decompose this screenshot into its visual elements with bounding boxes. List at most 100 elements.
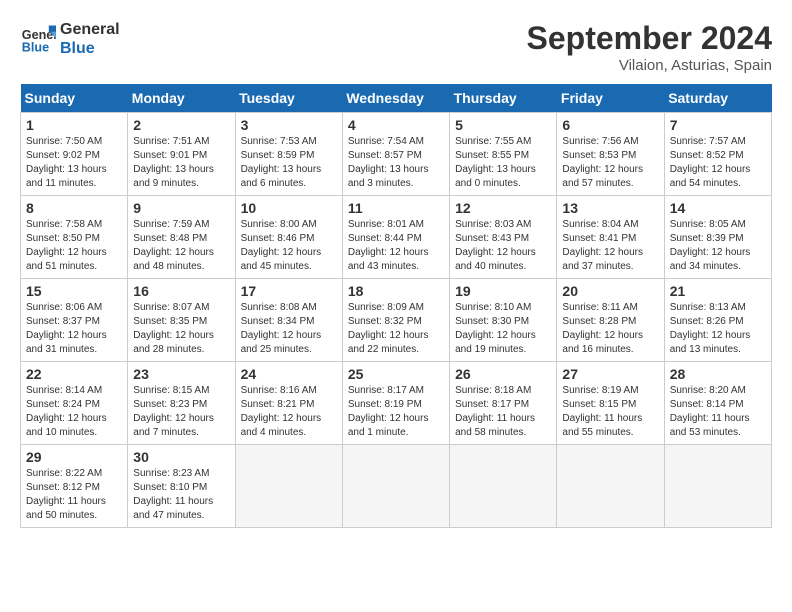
calendar-cell: 12 Sunrise: 8:03 AMSunset: 8:43 PMDaylig… — [450, 196, 557, 279]
day-info: Sunrise: 7:57 AMSunset: 8:52 PMDaylight:… — [670, 135, 766, 191]
calendar-week-5: 29 Sunrise: 8:22 AMSunset: 8:12 PMDaylig… — [21, 445, 772, 528]
logo-blue-text: Blue — [60, 39, 120, 58]
calendar-week-4: 22 Sunrise: 8:14 AMSunset: 8:24 PMDaylig… — [21, 362, 772, 445]
calendar-cell — [235, 445, 342, 528]
day-info: Sunrise: 7:50 AMSunset: 9:02 PMDaylight:… — [26, 135, 122, 191]
day-number: 20 — [562, 283, 658, 299]
day-number: 23 — [133, 366, 229, 382]
logo-general-text: General — [60, 20, 120, 39]
calendar-cell: 23 Sunrise: 8:15 AMSunset: 8:23 PMDaylig… — [128, 362, 235, 445]
calendar-cell: 26 Sunrise: 8:18 AMSunset: 8:17 PMDaylig… — [450, 362, 557, 445]
day-info: Sunrise: 8:15 AMSunset: 8:23 PMDaylight:… — [133, 384, 229, 440]
day-info: Sunrise: 8:19 AMSunset: 8:15 PMDaylight:… — [562, 384, 658, 440]
col-thursday: Thursday — [450, 84, 557, 113]
col-monday: Monday — [128, 84, 235, 113]
page-header: General Blue General Blue September 2024… — [20, 20, 772, 74]
day-number: 19 — [455, 283, 551, 299]
calendar-cell: 6 Sunrise: 7:56 AMSunset: 8:53 PMDayligh… — [557, 113, 664, 196]
day-info: Sunrise: 7:53 AMSunset: 8:59 PMDaylight:… — [241, 135, 337, 191]
col-friday: Friday — [557, 84, 664, 113]
day-info: Sunrise: 8:04 AMSunset: 8:41 PMDaylight:… — [562, 218, 658, 274]
day-number: 3 — [241, 117, 337, 133]
calendar-week-2: 8 Sunrise: 7:58 AMSunset: 8:50 PMDayligh… — [21, 196, 772, 279]
day-number: 13 — [562, 200, 658, 216]
calendar-cell: 11 Sunrise: 8:01 AMSunset: 8:44 PMDaylig… — [342, 196, 449, 279]
day-info: Sunrise: 8:16 AMSunset: 8:21 PMDaylight:… — [241, 384, 337, 440]
col-saturday: Saturday — [664, 84, 771, 113]
calendar-cell — [342, 445, 449, 528]
col-sunday: Sunday — [21, 84, 128, 113]
day-info: Sunrise: 8:22 AMSunset: 8:12 PMDaylight:… — [26, 467, 122, 523]
day-info: Sunrise: 8:09 AMSunset: 8:32 PMDaylight:… — [348, 301, 444, 357]
title-section: September 2024 Vilaion, Asturias, Spain — [527, 20, 772, 74]
day-number: 25 — [348, 366, 444, 382]
day-info: Sunrise: 7:54 AMSunset: 8:57 PMDaylight:… — [348, 135, 444, 191]
calendar-cell: 1 Sunrise: 7:50 AMSunset: 9:02 PMDayligh… — [21, 113, 128, 196]
calendar-cell: 17 Sunrise: 8:08 AMSunset: 8:34 PMDaylig… — [235, 279, 342, 362]
day-info: Sunrise: 8:10 AMSunset: 8:30 PMDaylight:… — [455, 301, 551, 357]
col-tuesday: Tuesday — [235, 84, 342, 113]
calendar-cell: 4 Sunrise: 7:54 AMSunset: 8:57 PMDayligh… — [342, 113, 449, 196]
calendar-cell: 19 Sunrise: 8:10 AMSunset: 8:30 PMDaylig… — [450, 279, 557, 362]
calendar-cell — [664, 445, 771, 528]
calendar-cell: 21 Sunrise: 8:13 AMSunset: 8:26 PMDaylig… — [664, 279, 771, 362]
logo: General Blue General Blue — [20, 20, 120, 58]
calendar-cell — [557, 445, 664, 528]
calendar-cell: 13 Sunrise: 8:04 AMSunset: 8:41 PMDaylig… — [557, 196, 664, 279]
day-number: 10 — [241, 200, 337, 216]
day-info: Sunrise: 8:11 AMSunset: 8:28 PMDaylight:… — [562, 301, 658, 357]
day-number: 11 — [348, 200, 444, 216]
day-number: 22 — [26, 366, 122, 382]
calendar-cell: 28 Sunrise: 8:20 AMSunset: 8:14 PMDaylig… — [664, 362, 771, 445]
calendar-cell: 3 Sunrise: 7:53 AMSunset: 8:59 PMDayligh… — [235, 113, 342, 196]
day-number: 16 — [133, 283, 229, 299]
day-number: 26 — [455, 366, 551, 382]
day-number: 24 — [241, 366, 337, 382]
day-number: 28 — [670, 366, 766, 382]
calendar-cell: 14 Sunrise: 8:05 AMSunset: 8:39 PMDaylig… — [664, 196, 771, 279]
day-info: Sunrise: 8:20 AMSunset: 8:14 PMDaylight:… — [670, 384, 766, 440]
day-info: Sunrise: 7:51 AMSunset: 9:01 PMDaylight:… — [133, 135, 229, 191]
day-number: 9 — [133, 200, 229, 216]
calendar-cell: 27 Sunrise: 8:19 AMSunset: 8:15 PMDaylig… — [557, 362, 664, 445]
day-number: 8 — [26, 200, 122, 216]
calendar-cell: 5 Sunrise: 7:55 AMSunset: 8:55 PMDayligh… — [450, 113, 557, 196]
calendar-table: Sunday Monday Tuesday Wednesday Thursday… — [20, 84, 772, 528]
calendar-cell: 2 Sunrise: 7:51 AMSunset: 9:01 PMDayligh… — [128, 113, 235, 196]
day-info: Sunrise: 8:17 AMSunset: 8:19 PMDaylight:… — [348, 384, 444, 440]
day-info: Sunrise: 8:23 AMSunset: 8:10 PMDaylight:… — [133, 467, 229, 523]
day-number: 21 — [670, 283, 766, 299]
calendar-cell: 10 Sunrise: 8:00 AMSunset: 8:46 PMDaylig… — [235, 196, 342, 279]
calendar-cell: 29 Sunrise: 8:22 AMSunset: 8:12 PMDaylig… — [21, 445, 128, 528]
calendar-cell: 7 Sunrise: 7:57 AMSunset: 8:52 PMDayligh… — [664, 113, 771, 196]
day-number: 5 — [455, 117, 551, 133]
calendar-cell — [450, 445, 557, 528]
calendar-week-1: 1 Sunrise: 7:50 AMSunset: 9:02 PMDayligh… — [21, 113, 772, 196]
day-info: Sunrise: 8:00 AMSunset: 8:46 PMDaylight:… — [241, 218, 337, 274]
day-info: Sunrise: 7:58 AMSunset: 8:50 PMDaylight:… — [26, 218, 122, 274]
day-number: 1 — [26, 117, 122, 133]
day-number: 27 — [562, 366, 658, 382]
day-info: Sunrise: 8:13 AMSunset: 8:26 PMDaylight:… — [670, 301, 766, 357]
day-number: 12 — [455, 200, 551, 216]
day-info: Sunrise: 8:03 AMSunset: 8:43 PMDaylight:… — [455, 218, 551, 274]
month-title: September 2024 — [527, 20, 772, 57]
calendar-cell: 18 Sunrise: 8:09 AMSunset: 8:32 PMDaylig… — [342, 279, 449, 362]
day-number: 17 — [241, 283, 337, 299]
day-number: 14 — [670, 200, 766, 216]
day-info: Sunrise: 8:05 AMSunset: 8:39 PMDaylight:… — [670, 218, 766, 274]
calendar-cell: 25 Sunrise: 8:17 AMSunset: 8:19 PMDaylig… — [342, 362, 449, 445]
day-number: 7 — [670, 117, 766, 133]
calendar-cell: 8 Sunrise: 7:58 AMSunset: 8:50 PMDayligh… — [21, 196, 128, 279]
day-number: 30 — [133, 449, 229, 465]
day-info: Sunrise: 7:55 AMSunset: 8:55 PMDaylight:… — [455, 135, 551, 191]
svg-text:Blue: Blue — [22, 41, 49, 55]
day-info: Sunrise: 8:07 AMSunset: 8:35 PMDaylight:… — [133, 301, 229, 357]
calendar-week-3: 15 Sunrise: 8:06 AMSunset: 8:37 PMDaylig… — [21, 279, 772, 362]
day-number: 6 — [562, 117, 658, 133]
calendar-cell: 24 Sunrise: 8:16 AMSunset: 8:21 PMDaylig… — [235, 362, 342, 445]
day-info: Sunrise: 8:14 AMSunset: 8:24 PMDaylight:… — [26, 384, 122, 440]
calendar-cell: 22 Sunrise: 8:14 AMSunset: 8:24 PMDaylig… — [21, 362, 128, 445]
day-number: 15 — [26, 283, 122, 299]
header-row: Sunday Monday Tuesday Wednesday Thursday… — [21, 84, 772, 113]
